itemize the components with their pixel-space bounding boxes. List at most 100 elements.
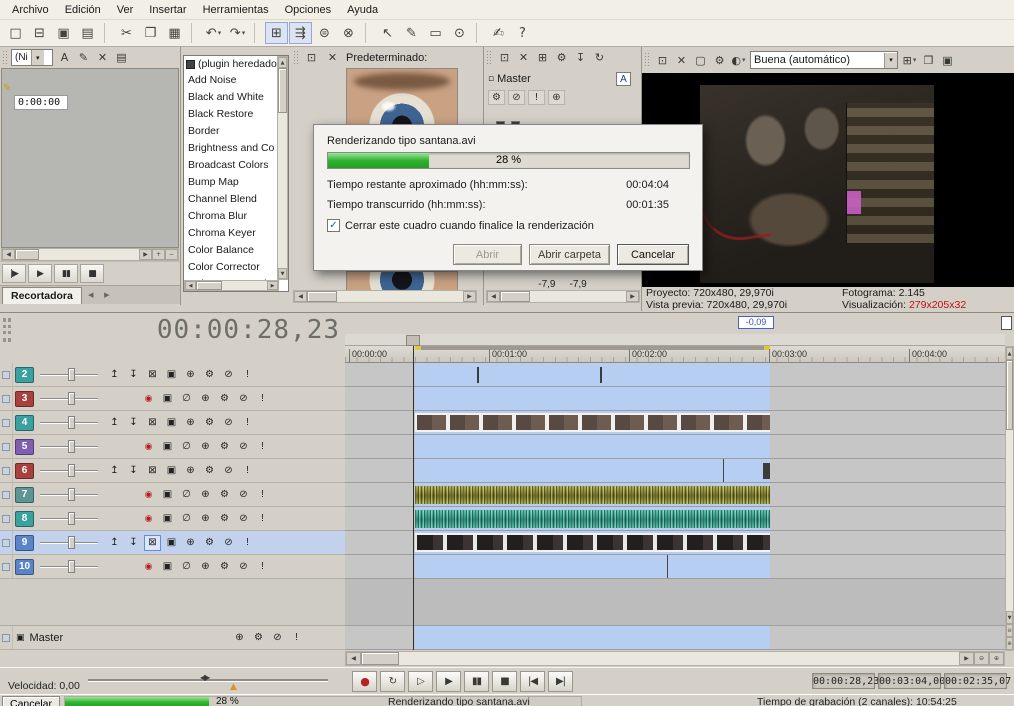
track-minimize-icon[interactable] [2,515,10,523]
track-number-badge[interactable]: 4 [15,415,34,431]
bump-track-up-icon[interactable]: ↥ [106,535,123,551]
invert-phase-icon[interactable]: ∅ [178,439,195,455]
go-to-end-button[interactable]: ▶| [548,671,573,692]
preset-scrollbar[interactable]: ◀▶ [293,290,477,303]
scroll-right-icon[interactable]: ▶ [139,249,152,260]
envelope-edit-tool-button[interactable]: ✎ [400,22,423,44]
master-solo-button[interactable]: ! [528,90,545,105]
plugin-item-color-balance[interactable]: Color Balance [184,242,277,259]
track-minimize-icon[interactable] [2,443,10,451]
track-lane-8[interactable] [345,507,1005,531]
track-lane-6[interactable] [345,459,1005,483]
scroll-left-icon[interactable]: ◀ [294,291,307,302]
downmix-output-button[interactable]: ↧ [571,49,590,67]
pan-icon[interactable]: ⊕ [182,535,199,551]
tab-recortadora[interactable]: Recortadora [2,287,82,304]
timeline-hscrollbar[interactable]: ◀▶⊖⊕ [345,651,1005,666]
meters-icon[interactable]: ▣ [159,487,176,503]
insert-bus-button[interactable]: ⊞ [533,49,552,67]
scrollbar-thumb[interactable] [1006,360,1013,430]
trimmer-stop-button[interactable]: ■ [80,264,104,283]
zoom-edit-tool-button[interactable]: ⊙ [448,22,471,44]
mute-icon[interactable]: ⊘ [269,630,286,646]
scrollbar-thumb[interactable] [361,652,399,665]
solo-icon[interactable]: ! [254,559,271,575]
mute-icon[interactable]: ⊘ [220,535,237,551]
invert-phase-icon[interactable]: ∅ [178,391,195,407]
open-button[interactable]: Abrir [453,244,522,265]
track-header-3[interactable]: 3◉▣∅⊕⚙⊘! [0,387,345,411]
track-fx-icon[interactable]: ⚙ [216,559,233,575]
bump-track-down-icon[interactable]: ↧ [125,535,142,551]
trimmer-play-button[interactable]: ▶ [28,264,52,283]
master-fx-button[interactable]: ⚙ [488,90,505,105]
pause-button[interactable]: ▮▮ [464,671,489,692]
record-arm-icon[interactable]: ◉ [140,511,157,527]
scroll-up-icon[interactable]: ▲ [1006,347,1013,360]
track-header-4[interactable]: 4↥↧⊠▣⊕⚙⊘! [0,411,345,435]
bump-track-down-icon[interactable]: ↧ [125,415,142,431]
timeline-vscrollbar[interactable]: ▲▼⊖⊕ [1005,346,1014,651]
scrollbar-thumb[interactable] [500,291,530,302]
trimmer-play-from-start-button[interactable]: |▶ [2,264,26,283]
track-lane-7[interactable] [345,483,1005,507]
track-number-badge[interactable]: 2 [15,367,34,383]
pan-icon[interactable]: ⊕ [231,630,248,646]
track-number-badge[interactable]: 3 [15,391,34,407]
insert-assignable-fx-button[interactable]: ⚙ [552,49,571,67]
track-minimize-icon[interactable] [2,563,10,571]
plugin-item-chroma-keyer[interactable]: Chroma Keyer [184,225,277,242]
track-number-badge[interactable]: 6 [15,463,34,479]
copy-button[interactable]: ❐ [139,22,162,44]
plugin-item-add-noise[interactable]: Add Noise [184,72,277,89]
pan-icon[interactable]: ⊕ [182,415,199,431]
play-button[interactable]: ▶ [436,671,461,692]
track-lane-4[interactable] [345,411,1005,435]
track-volume-fader[interactable] [38,411,100,435]
marker-bar[interactable] [345,334,1005,346]
track-header-6[interactable]: 6↥↧⊠▣⊕⚙⊘! [0,459,345,483]
zoom-out-icon[interactable]: − [165,249,178,260]
mixer-expand-button[interactable]: ⊡ [495,49,514,67]
invert-phase-icon[interactable]: ∅ [178,487,195,503]
redo-button[interactable]: ↷▾ [226,22,249,44]
track-header-2[interactable]: 2↥↧⊠▣⊕⚙⊘! [0,363,345,387]
record-arm-icon[interactable]: ◉ [140,439,157,455]
mute-icon[interactable]: ⊘ [235,559,252,575]
pan-icon[interactable]: ⊕ [197,487,214,503]
enable-snapping-button[interactable]: ⊞ [265,22,288,44]
bump-track-down-icon[interactable]: ↧ [125,367,142,383]
meters-icon[interactable]: ▣ [159,511,176,527]
record-arm-icon[interactable]: ◉ [140,391,157,407]
pan-icon[interactable]: ⊕ [182,463,199,479]
scrollbar-track[interactable] [1006,430,1013,611]
scroll-right-icon[interactable]: ▶ [626,291,639,302]
plugin-item-black-restore[interactable]: Black Restore [184,106,277,123]
track-number-badge[interactable]: 5 [15,439,34,455]
track-header-9[interactable]: 9↥↧⊠▣⊕⚙⊘! [0,531,345,555]
fader-thumb[interactable] [68,536,75,549]
new-project-button[interactable]: □ [4,22,27,44]
track-fx-icon[interactable]: ⚙ [201,415,218,431]
trimmer-font-button[interactable]: A [55,49,74,67]
stop-button[interactable]: ■ [492,671,517,692]
event-clip[interactable] [763,463,770,479]
properties-button[interactable]: ▤ [76,22,99,44]
play-from-start-button[interactable]: ▷ [408,671,433,692]
menu-item-edicion[interactable]: Edición [57,1,109,19]
loop-region[interactable] [415,346,770,350]
cut-button[interactable]: ✂ [115,22,138,44]
audio-event-waveform[interactable] [415,486,770,504]
zoom-in-track-icon[interactable]: ⊕ [1006,637,1013,650]
track-volume-fader[interactable] [38,435,100,459]
track-lane-10[interactable] [345,555,1005,579]
scroll-down-icon[interactable]: ▼ [278,268,287,279]
mute-icon[interactable]: ⊘ [235,487,252,503]
marker-tool-icon[interactable] [1001,316,1012,330]
trimmer-pause-button[interactable]: ▮▮ [54,264,78,283]
mute-icon[interactable]: ⊘ [235,391,252,407]
normal-edit-tool-button[interactable]: ↖ [376,22,399,44]
track-motion-icon[interactable]: ⊠ [144,415,161,431]
copy-snapshot-button[interactable]: ❐ [919,51,938,69]
track-minimize-icon[interactable] [2,634,10,642]
